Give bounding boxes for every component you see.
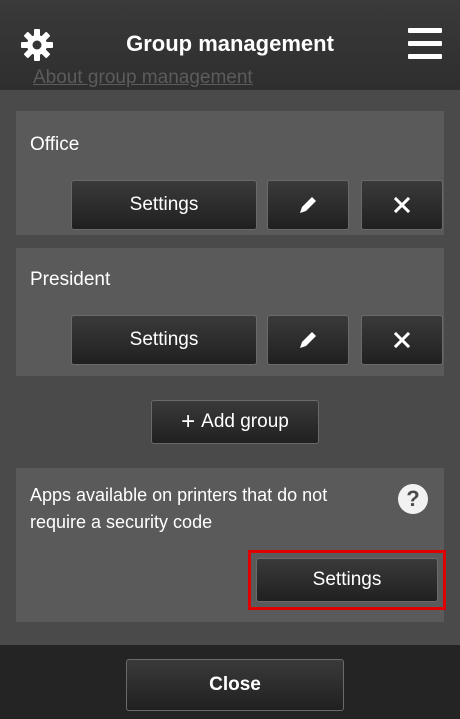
group-name: Office (30, 134, 80, 155)
delete-group-button[interactable] (361, 315, 443, 365)
apps-settings-button[interactable]: Settings (256, 558, 438, 602)
add-group-label: Add group (201, 411, 289, 432)
gear-icon[interactable] (20, 28, 54, 62)
close-button[interactable]: Close (126, 659, 344, 711)
delete-group-button[interactable] (361, 180, 443, 230)
pencil-icon (300, 332, 316, 348)
hamburger-menu-icon[interactable] (408, 26, 442, 62)
footer-bar: Close (0, 645, 460, 719)
group-settings-button[interactable]: Settings (71, 315, 257, 365)
close-icon (393, 331, 411, 349)
help-icon[interactable]: ? (398, 484, 428, 514)
apps-description: Apps available on printers that do not r… (30, 485, 328, 532)
group-name: President (30, 269, 111, 290)
apps-no-security-code-panel: Apps available on printers that do not r… (16, 468, 446, 622)
close-icon (393, 196, 411, 214)
group-panel-office: Office Settings (16, 111, 444, 235)
group-panel-president: President Settings (16, 248, 444, 376)
add-group-button[interactable]: + Add group (151, 400, 319, 444)
group-management-screen: Group management About group management … (0, 0, 460, 719)
plus-icon: + (181, 408, 196, 435)
about-group-management-link[interactable]: About group management (33, 66, 253, 90)
edit-group-button[interactable] (267, 315, 349, 365)
group-settings-button[interactable]: Settings (71, 180, 257, 230)
page-title: Group management (126, 31, 334, 56)
edit-group-button[interactable] (267, 180, 349, 230)
pencil-icon (300, 197, 316, 213)
